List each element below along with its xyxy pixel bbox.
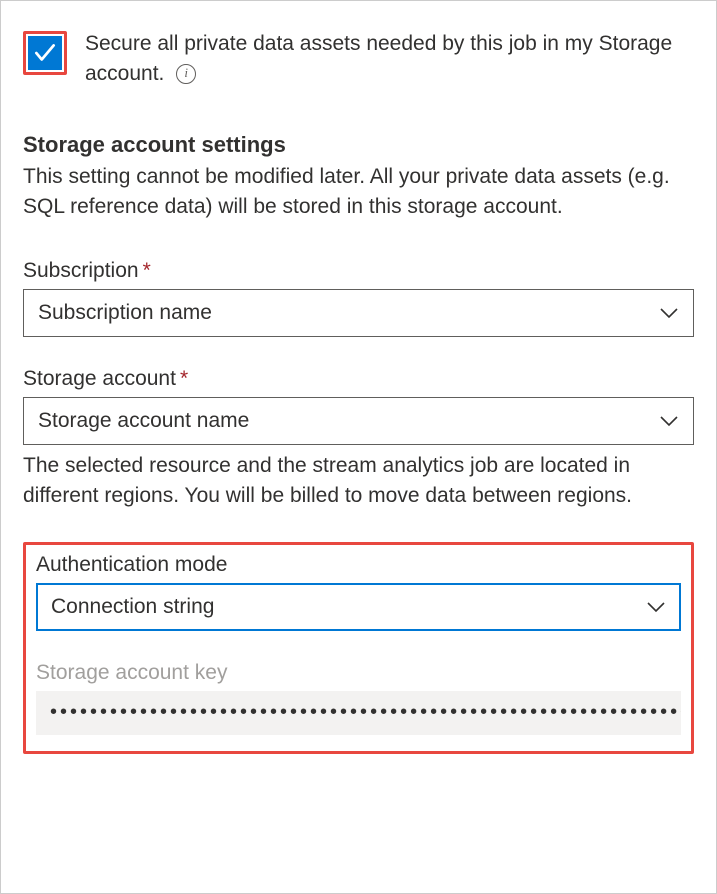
highlight-checkbox	[23, 31, 67, 75]
storage-account-label: Storage account*	[23, 367, 694, 391]
checkmark-icon	[32, 40, 58, 66]
required-asterisk: *	[180, 367, 188, 390]
required-asterisk: *	[143, 259, 151, 282]
storage-account-value: Storage account name	[38, 409, 249, 433]
subscription-field: Subscription* Subscription name	[23, 259, 694, 337]
auth-mode-dropdown[interactable]: Connection string	[36, 583, 681, 631]
secure-data-label: Secure all private data assets needed by…	[85, 29, 694, 90]
subscription-label: Subscription*	[23, 259, 694, 283]
secure-data-checkbox-row: Secure all private data assets needed by…	[23, 29, 694, 90]
subscription-dropdown[interactable]: Subscription name	[23, 289, 694, 337]
storage-account-dropdown[interactable]: Storage account name	[23, 397, 694, 445]
storage-settings-panel: Secure all private data assets needed by…	[0, 0, 717, 894]
storage-key-value: ••••••••••••••••••••••••••••••••••••••••…	[50, 701, 681, 724]
chevron-down-icon	[659, 306, 679, 320]
secure-data-checkbox[interactable]	[28, 36, 62, 70]
subscription-label-text: Subscription	[23, 259, 139, 282]
storage-key-input[interactable]: ••••••••••••••••••••••••••••••••••••••••…	[36, 691, 681, 735]
subscription-value: Subscription name	[38, 301, 212, 325]
auth-mode-field: Authentication mode Connection string	[36, 553, 681, 631]
auth-mode-label: Authentication mode	[36, 553, 681, 577]
secure-data-label-text: Secure all private data assets needed by…	[85, 32, 672, 85]
section-description: This setting cannot be modified later. A…	[23, 162, 694, 223]
storage-account-label-text: Storage account	[23, 367, 176, 390]
highlight-authentication: Authentication mode Connection string St…	[23, 542, 694, 754]
chevron-down-icon	[646, 600, 666, 614]
storage-key-label: Storage account key	[36, 661, 681, 685]
chevron-down-icon	[659, 414, 679, 428]
storage-key-field: Storage account key ••••••••••••••••••••…	[36, 661, 681, 735]
storage-account-helper: The selected resource and the stream ana…	[23, 451, 694, 512]
info-icon[interactable]: i	[176, 64, 196, 84]
auth-mode-value: Connection string	[51, 595, 214, 619]
section-heading: Storage account settings	[23, 132, 694, 158]
storage-account-field: Storage account* Storage account name Th…	[23, 367, 694, 512]
